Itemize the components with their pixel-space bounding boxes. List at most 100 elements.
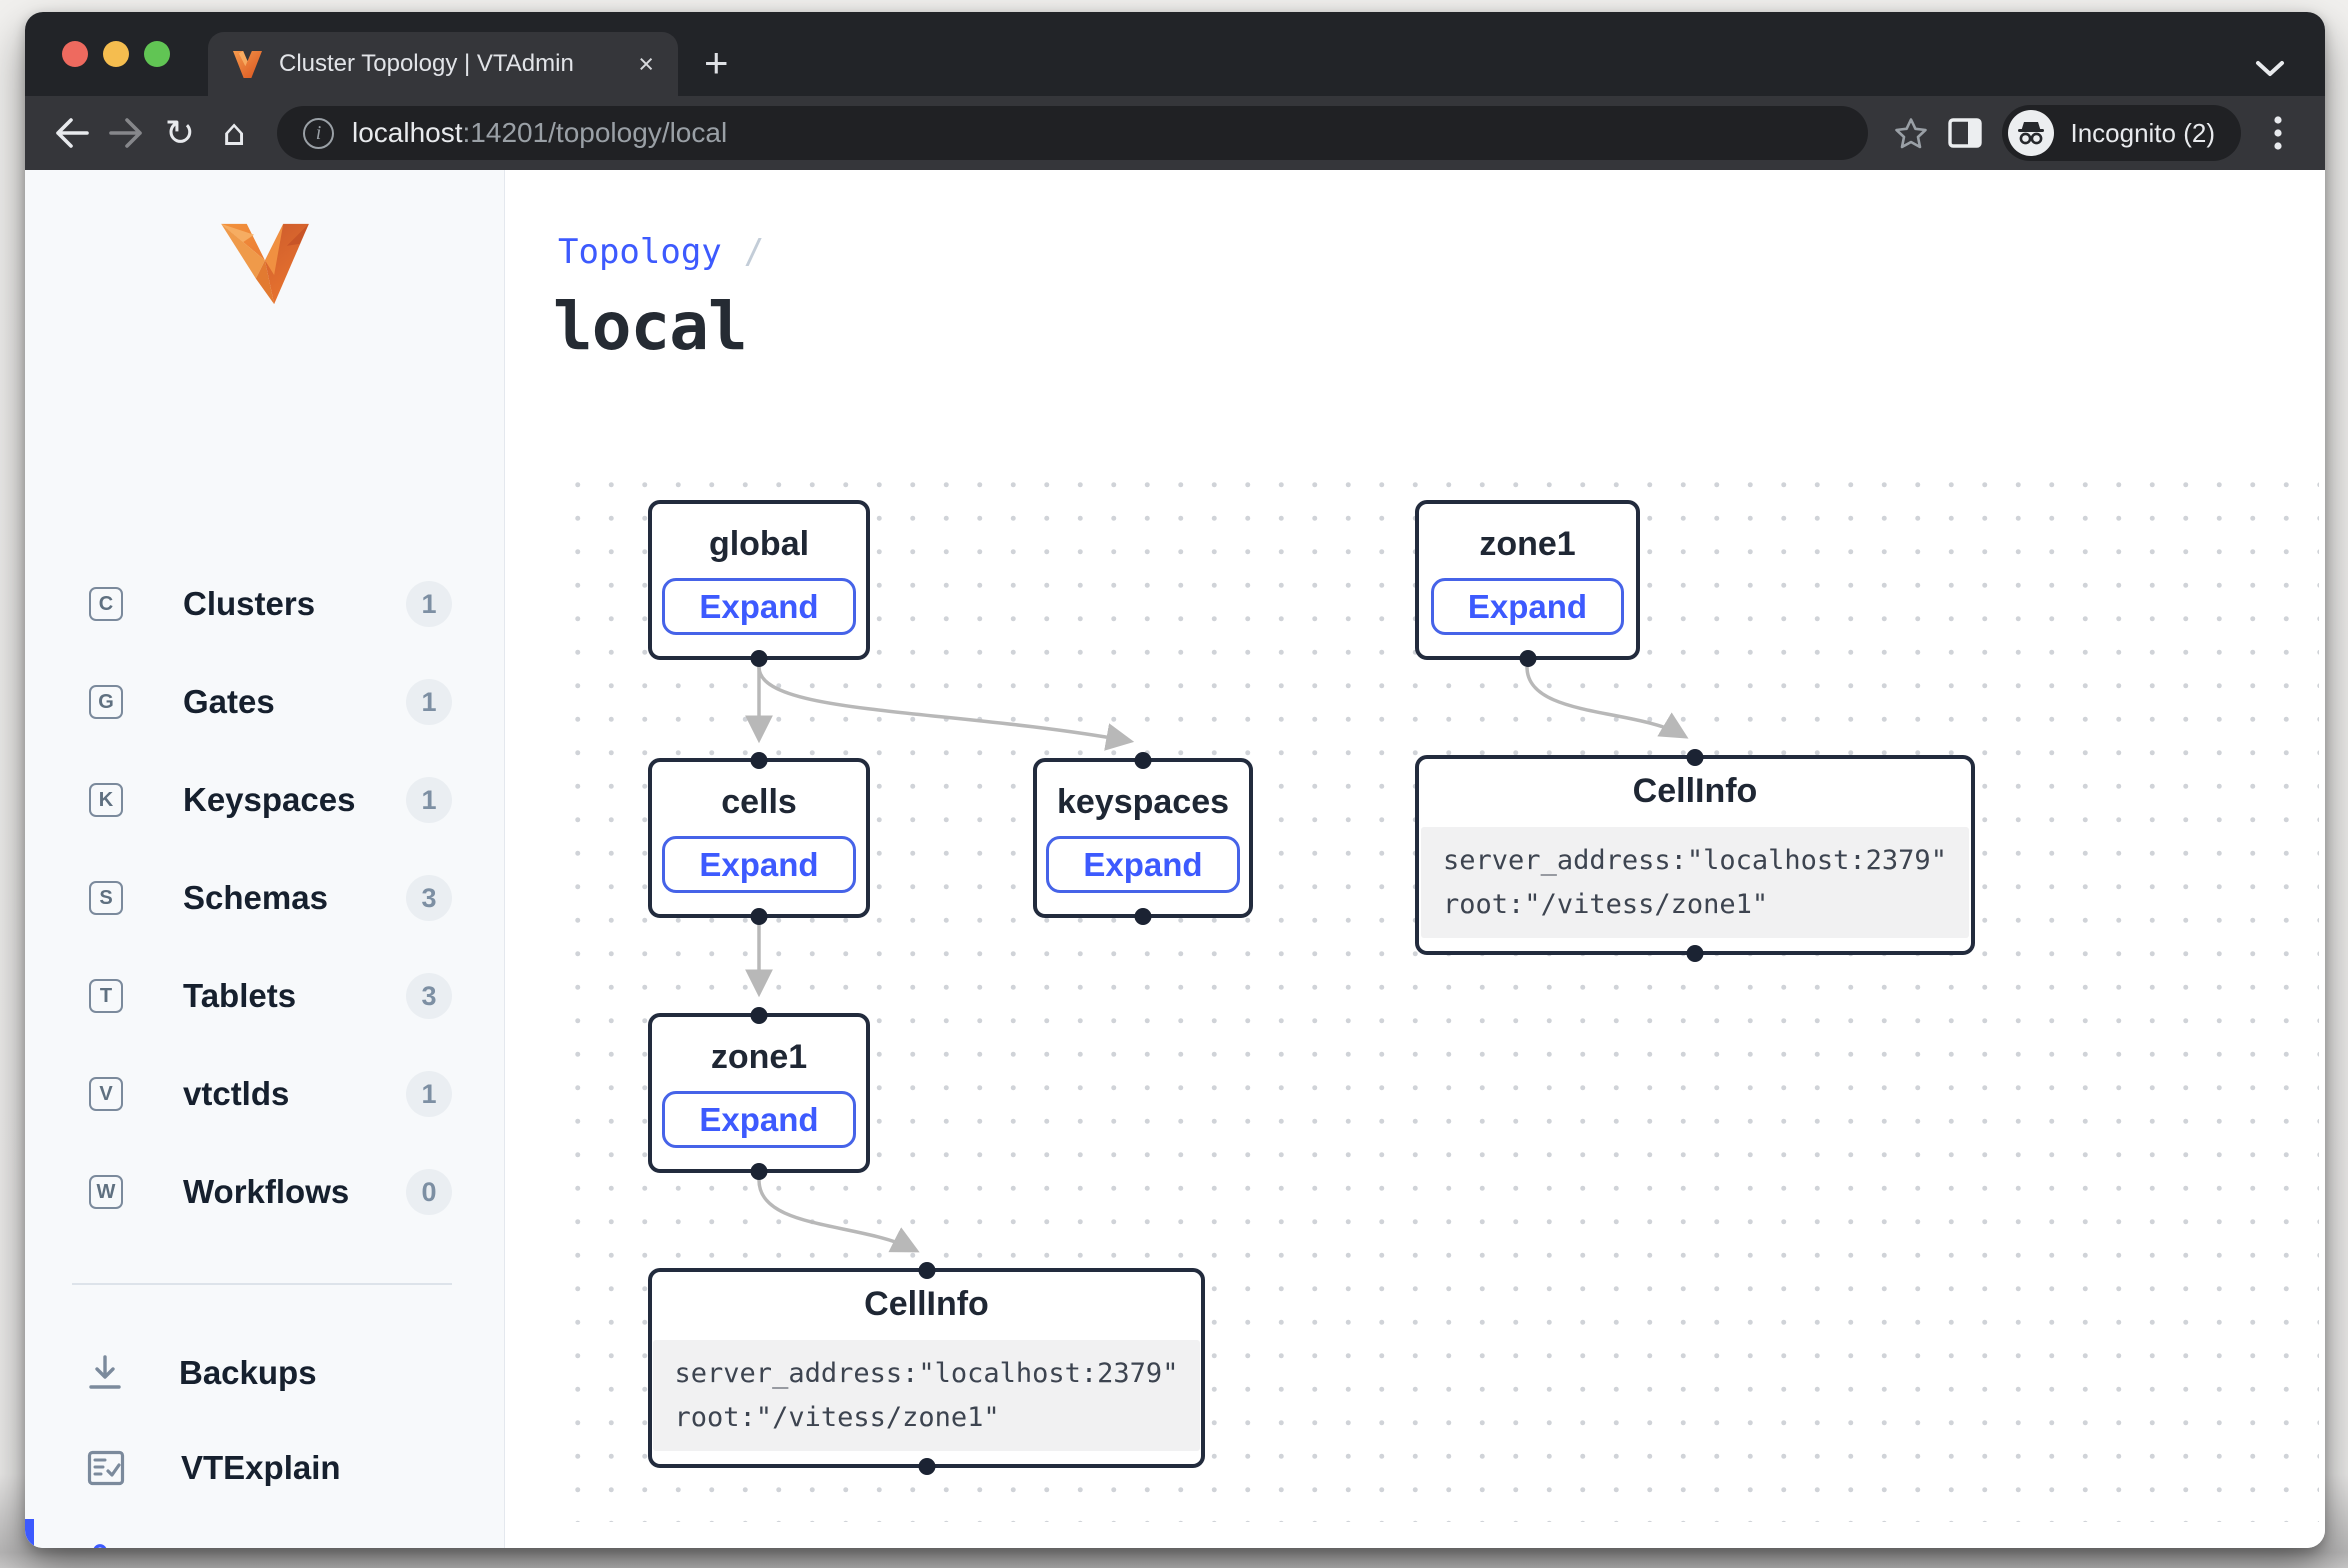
sidebar-item-label: Workflows <box>183 1173 349 1211</box>
site-info-icon[interactable]: i <box>303 118 334 149</box>
sidebar-item-clusters[interactable]: C Clusters 1 <box>25 555 504 653</box>
vitess-logo <box>25 170 504 306</box>
count-badge: 0 <box>406 1169 452 1215</box>
home-button[interactable]: ⌂ <box>207 106 261 160</box>
browser-toolbar: ↻ ⌂ i localhost:14201/topology/local Inc… <box>25 96 2325 170</box>
count-badge: 3 <box>406 973 452 1019</box>
sidebar-item-label: vtctlds <box>183 1075 289 1113</box>
count-badge: 1 <box>406 679 452 725</box>
browser-menu-icon[interactable] <box>2251 106 2305 160</box>
sidebar-item-label: Schemas <box>183 879 328 917</box>
sidebar-item-label: Gates <box>183 683 275 721</box>
port-top <box>751 1007 768 1024</box>
node-title: keyspaces <box>1057 783 1229 822</box>
port-top <box>751 752 768 769</box>
node-cells: cells Expand <box>648 758 870 918</box>
url-path: :14201/topology/local <box>463 117 728 148</box>
node-global: global Expand <box>648 500 870 660</box>
zoom-window-button[interactable] <box>144 41 170 67</box>
node-cellinfo-right: CellInfo server_address:"localhost:2379"… <box>1415 755 1975 955</box>
port-bottom <box>1519 650 1536 667</box>
vtctlds-icon: V <box>89 1077 123 1111</box>
sidebar: C Clusters 1 G Gates 1 K Keyspaces 1 S S… <box>25 170 505 1548</box>
browser-window: Cluster Topology | VTAdmin × + ↻ ⌂ i loc… <box>25 12 2325 1548</box>
node-title: cells <box>721 783 797 822</box>
incognito-label: Incognito (2) <box>2070 118 2215 149</box>
port-bottom <box>1687 945 1704 962</box>
node-keyspaces: keyspaces Expand <box>1033 758 1253 918</box>
gates-icon: G <box>89 685 123 719</box>
sidebar-item-label: Backups <box>179 1354 317 1392</box>
sidebar-item-backups[interactable]: Backups <box>25 1325 504 1420</box>
sidebar-item-label: Topology <box>181 1544 327 1549</box>
forward-button[interactable] <box>99 106 153 160</box>
tab-search-chevron-icon[interactable] <box>2255 60 2285 78</box>
download-icon <box>87 1354 123 1392</box>
back-button[interactable] <box>45 106 99 160</box>
sidebar-item-workflows[interactable]: W Workflows 0 <box>25 1143 504 1241</box>
keyspaces-icon: K <box>89 783 123 817</box>
expand-button[interactable]: Expand <box>1431 578 1624 635</box>
reload-button[interactable]: ↻ <box>153 106 207 160</box>
vtexplain-icon <box>87 1450 125 1486</box>
tab-strip: Cluster Topology | VTAdmin × + <box>25 12 2325 96</box>
node-title: CellInfo <box>864 1285 989 1324</box>
sidebar-item-label: Keyspaces <box>183 781 355 819</box>
node-title: global <box>709 525 809 564</box>
page-title: local <box>553 288 747 365</box>
count-badge: 1 <box>406 1071 452 1117</box>
port-top <box>918 1262 935 1279</box>
sidebar-item-keyspaces[interactable]: K Keyspaces 1 <box>25 751 504 849</box>
main-panel: Topology / local global Expand <box>505 170 2325 1548</box>
count-badge: 3 <box>406 875 452 921</box>
node-title: CellInfo <box>1633 772 1758 811</box>
expand-button[interactable]: Expand <box>662 578 855 635</box>
count-badge: 1 <box>406 777 452 823</box>
sidebar-divider <box>72 1283 452 1285</box>
sidebar-item-label: Clusters <box>183 585 315 623</box>
port-bottom <box>751 908 768 925</box>
schemas-icon: S <box>89 881 123 915</box>
node-zone1-lower: zone1 Expand <box>648 1013 870 1173</box>
port-bottom <box>751 650 768 667</box>
sidebar-item-vtctlds[interactable]: V vtctlds 1 <box>25 1045 504 1143</box>
clusters-icon: C <box>89 587 123 621</box>
workflows-icon: W <box>89 1175 123 1209</box>
tab-close-icon[interactable]: × <box>638 51 654 78</box>
port-bottom <box>1135 908 1152 925</box>
topology-icon <box>87 1543 125 1549</box>
close-window-button[interactable] <box>62 41 88 67</box>
side-panel-icon[interactable] <box>1938 106 1992 160</box>
sidebar-item-tablets[interactable]: T Tablets 3 <box>25 947 504 1045</box>
breadcrumb-separator: / <box>744 232 764 272</box>
sidebar-item-gates[interactable]: G Gates 1 <box>25 653 504 751</box>
node-title: zone1 <box>711 1038 807 1077</box>
expand-button[interactable]: Expand <box>662 1091 855 1148</box>
breadcrumb: Topology / <box>558 232 764 272</box>
profile-chip[interactable]: Incognito (2) <box>2002 105 2241 161</box>
sidebar-item-schemas[interactable]: S Schemas 3 <box>25 849 504 947</box>
port-bottom <box>918 1458 935 1475</box>
port-bottom <box>751 1163 768 1180</box>
url-host: localhost <box>352 117 463 148</box>
sidebar-nav: C Clusters 1 G Gates 1 K Keyspaces 1 S S… <box>25 555 504 1241</box>
sidebar-item-vtexplain[interactable]: VTExplain <box>25 1420 504 1515</box>
browser-tab[interactable]: Cluster Topology | VTAdmin × <box>208 32 678 96</box>
cellinfo-code: server_address:"localhost:2379" root:"/v… <box>1421 827 1969 938</box>
minimize-window-button[interactable] <box>103 41 129 67</box>
url-text[interactable]: localhost:14201/topology/local <box>352 117 727 149</box>
count-badge: 1 <box>406 581 452 627</box>
port-top <box>1135 752 1152 769</box>
bookmark-star-icon[interactable] <box>1884 106 1938 160</box>
page-content: C Clusters 1 G Gates 1 K Keyspaces 1 S S… <box>25 170 2325 1548</box>
breadcrumb-topology-link[interactable]: Topology <box>558 232 722 272</box>
node-title: zone1 <box>1479 525 1575 564</box>
node-cellinfo-bottom: CellInfo server_address:"localhost:2379"… <box>648 1268 1205 1468</box>
expand-button[interactable]: Expand <box>1046 836 1239 893</box>
incognito-icon <box>2008 110 2054 156</box>
new-tab-button[interactable]: + <box>704 42 729 84</box>
address-bar[interactable]: i localhost:14201/topology/local <box>277 106 1868 160</box>
expand-button[interactable]: Expand <box>662 836 855 893</box>
active-indicator <box>25 1519 34 1548</box>
sidebar-item-topology[interactable]: Topology <box>25 1515 504 1548</box>
